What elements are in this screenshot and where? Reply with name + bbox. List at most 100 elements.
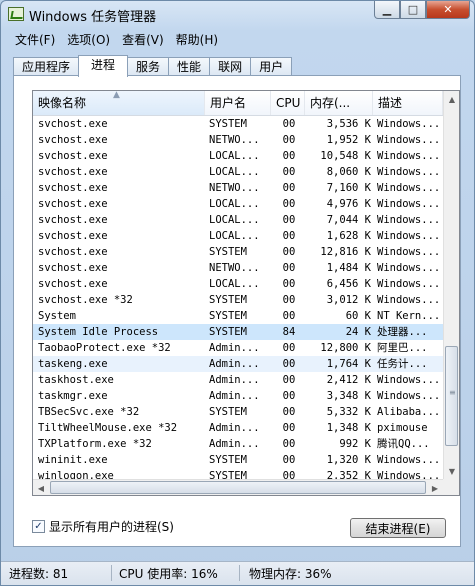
process-row[interactable]: svchost.exe NETWO... 00 1,952 K Windows...: [33, 132, 443, 148]
process-row[interactable]: taskmgr.exe Admin... 00 3,348 K Windows...: [33, 388, 443, 404]
process-name-cell: wininit.exe: [38, 454, 108, 466]
process-cpu-cell: 00: [282, 150, 296, 162]
process-name-cell: TXPlatform.exe *32: [38, 438, 152, 450]
process-memory-cell: 2,412 K: [326, 374, 371, 386]
process-cpu-cell: 00: [282, 374, 296, 386]
column-memory[interactable]: 内存(...: [305, 91, 373, 115]
status-physical-memory: 物理内存: 36%: [249, 567, 332, 581]
status-divider: [111, 565, 112, 581]
process-user-cell: LOCAL...: [209, 198, 260, 210]
process-name-cell: System Idle Process: [38, 326, 159, 338]
process-row[interactable]: taskeng.exe Admin... 00 1,764 K 任务计...: [33, 356, 443, 372]
minimize-button[interactable]: ▁: [374, 1, 400, 19]
process-memory-cell: 1,320 K: [326, 454, 371, 466]
title-bar[interactable]: Windows 任务管理器 ▁ □ ✕: [1, 1, 474, 29]
process-name-cell: taskeng.exe: [38, 358, 108, 370]
window-title: Windows 任务管理器: [29, 10, 157, 25]
process-name-cell: svchost.exe: [38, 198, 108, 210]
process-row[interactable]: wininit.exe SYSTEM 00 1,320 K Windows...: [33, 452, 443, 468]
column-image-name-label: 映像名称: [38, 96, 87, 110]
process-user-cell: Admin...: [209, 438, 260, 450]
process-description-cell: Windows...: [377, 118, 439, 130]
column-user-name[interactable]: 用户名: [205, 91, 271, 115]
process-user-cell: LOCAL...: [209, 230, 260, 242]
vertical-scroll-thumb[interactable]: ≡: [445, 346, 458, 446]
process-row[interactable]: svchost.exe SYSTEM 00 12,816 K Windows...: [33, 244, 443, 260]
menu-view[interactable]: 查看(V): [116, 31, 170, 49]
process-user-cell: SYSTEM: [209, 294, 247, 306]
process-name-cell: svchost.exe: [38, 118, 108, 130]
process-row[interactable]: svchost.exe LOCAL... 00 1,628 K Windows...: [33, 228, 443, 244]
menu-file[interactable]: 文件(F): [9, 31, 61, 49]
process-row[interactable]: svchost.exe SYSTEM 00 3,536 K Windows...: [33, 116, 443, 132]
process-name-cell: svchost.exe: [38, 214, 108, 226]
show-all-users-checkbox[interactable]: ✓: [32, 520, 45, 533]
process-row[interactable]: svchost.exe LOCAL... 00 6,456 K Windows...: [33, 276, 443, 292]
process-row[interactable]: System Idle Process SYSTEM 84 24 K 处理器...: [33, 324, 443, 340]
horizontal-scroll-thumb[interactable]: [50, 481, 426, 494]
vertical-scrollbar[interactable]: ▲ ≡ ▼: [443, 91, 459, 479]
process-cpu-cell: 00: [282, 246, 296, 258]
tab-services[interactable]: 服务: [127, 57, 170, 76]
process-user-cell: LOCAL...: [209, 150, 260, 162]
close-button[interactable]: ✕: [426, 1, 470, 19]
scroll-down-icon[interactable]: ▼: [444, 463, 459, 479]
process-row[interactable]: svchost.exe LOCAL... 00 7,044 K Windows...: [33, 212, 443, 228]
process-name-cell: taskmgr.exe: [38, 390, 108, 402]
tab-processes[interactable]: 进程: [78, 55, 129, 77]
tab-networking[interactable]: 联网: [209, 57, 252, 76]
end-process-button[interactable]: 结束进程(E): [350, 518, 446, 538]
process-row[interactable]: svchost.exe LOCAL... 00 10,548 K Windows...: [33, 148, 443, 164]
tab-applications[interactable]: 应用程序: [13, 57, 80, 76]
process-user-cell: SYSTEM: [209, 118, 247, 130]
process-user-cell: NETWO...: [209, 134, 260, 146]
process-row[interactable]: svchost.exe NETWO... 00 1,484 K Windows...: [33, 260, 443, 276]
process-description-cell: Windows...: [377, 246, 439, 258]
tab-users[interactable]: 用户: [250, 57, 293, 76]
process-row[interactable]: TXPlatform.exe *32 Admin... 00 992 K 腾讯QQ...: [33, 436, 443, 452]
process-user-cell: Admin...: [209, 342, 260, 354]
tab-strip: 应用程序 进程 服务 性能 联网 用户: [13, 55, 293, 77]
process-row[interactable]: TiltWheelMouse.exe *32 Admin... 00 1,348 K p…: [33, 420, 443, 436]
process-memory-cell: 1,764 K: [326, 358, 371, 370]
process-list[interactable]: 映像名称 ▲ 用户名 CPU 内存(... 描述 svchost.exe SYST…: [32, 90, 460, 496]
process-row[interactable]: svchost.exe LOCAL... 00 8,060 K Windows...: [33, 164, 443, 180]
scroll-right-icon[interactable]: ▶: [427, 480, 443, 495]
process-memory-cell: 1,952 K: [326, 134, 371, 146]
process-memory-cell: 992 K: [339, 438, 371, 450]
close-icon: ✕: [443, 3, 453, 16]
process-cpu-cell: 00: [282, 214, 296, 226]
process-row[interactable]: TaobaoProtect.exe *32 Admin... 00 12,800 K 阿…: [33, 340, 443, 356]
process-user-cell: NETWO...: [209, 182, 260, 194]
tab-performance[interactable]: 性能: [168, 57, 211, 76]
show-all-users-label: 显示所有用户的进程(S): [49, 520, 174, 534]
process-cpu-cell: 00: [282, 230, 296, 242]
process-row[interactable]: svchost.exe *32 SYSTEM 00 3,012 K Windows...: [33, 292, 443, 308]
minimize-icon: ▁: [382, 3, 392, 16]
scroll-left-icon[interactable]: ◀: [33, 480, 49, 495]
column-image-name[interactable]: 映像名称 ▲: [33, 91, 205, 115]
process-description-cell: Alibaba...: [377, 406, 439, 418]
menu-help[interactable]: 帮助(H): [170, 31, 224, 49]
column-description[interactable]: 描述: [373, 91, 443, 115]
process-row[interactable]: taskhost.exe Admin... 00 2,412 K Windows...: [33, 372, 443, 388]
process-row[interactable]: System SYSTEM 00 60 K NT Kern...: [33, 308, 443, 324]
process-user-cell: SYSTEM: [209, 326, 247, 338]
menu-options[interactable]: 选项(O): [61, 31, 116, 49]
process-description-cell: NT Kern...: [377, 310, 439, 322]
process-cpu-cell: 00: [282, 454, 296, 466]
column-cpu[interactable]: CPU: [271, 91, 305, 115]
show-all-users-option[interactable]: ✓ 显示所有用户的进程(S): [32, 518, 174, 535]
process-memory-cell: 1,348 K: [326, 422, 371, 434]
process-row[interactable]: svchost.exe LOCAL... 00 4,976 K Windows...: [33, 196, 443, 212]
process-row[interactable]: TBSecSvc.exe *32 SYSTEM 00 5,332 K Alibaba..…: [33, 404, 443, 420]
status-divider: [239, 565, 240, 581]
process-description-cell: 腾讯QQ...: [377, 438, 430, 450]
process-memory-cell: 4,976 K: [326, 198, 371, 210]
process-row[interactable]: svchost.exe NETWO... 00 7,160 K Windows...: [33, 180, 443, 196]
sort-ascending-icon: ▲: [113, 91, 120, 100]
maximize-button[interactable]: □: [400, 1, 426, 19]
process-memory-cell: 7,044 K: [326, 214, 371, 226]
horizontal-scrollbar[interactable]: ◀ ▶: [33, 479, 443, 495]
scroll-up-icon[interactable]: ▲: [444, 91, 459, 107]
